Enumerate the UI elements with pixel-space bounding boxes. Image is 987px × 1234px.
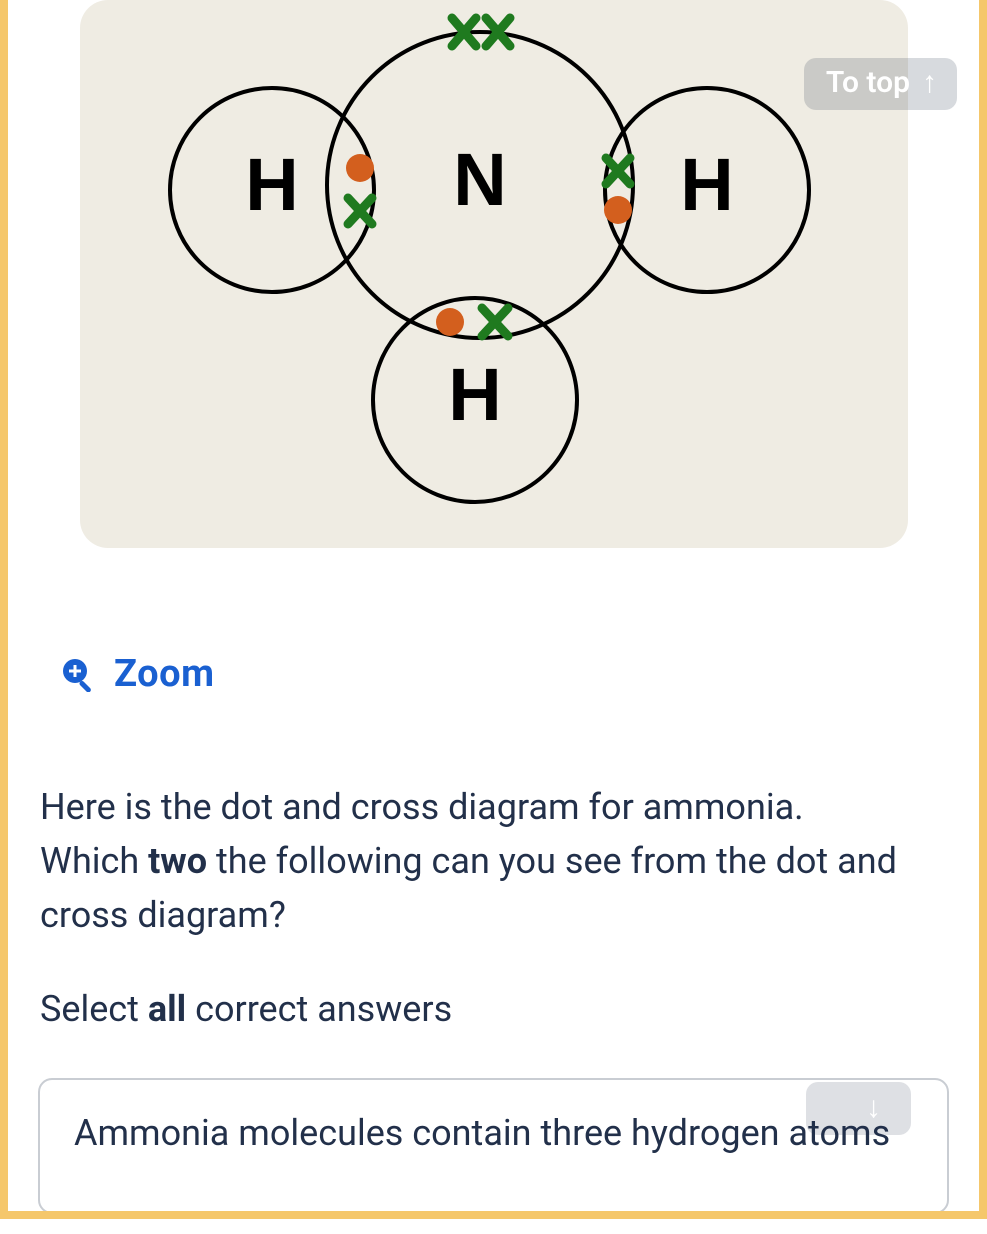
to-top-button[interactable]: To top ↑ bbox=[804, 58, 957, 110]
atom-label-center: N bbox=[453, 138, 506, 221]
zoom-button[interactable]: Zoom bbox=[60, 652, 949, 696]
to-top-label: To top bbox=[826, 68, 910, 98]
diagram-card: N H H H bbox=[80, 0, 908, 548]
electron-dot bbox=[346, 154, 374, 182]
question-text: Here is the dot and cross diagram for am… bbox=[40, 780, 940, 942]
answer-option-text: Ammonia molecules contain three hydrogen… bbox=[74, 1106, 913, 1160]
zoom-in-icon bbox=[60, 656, 96, 692]
atom-label-right: H bbox=[680, 143, 733, 226]
atom-label-left: H bbox=[245, 143, 298, 226]
atom-label-bottom: H bbox=[448, 353, 501, 436]
arrow-up-icon: ↑ bbox=[922, 68, 937, 98]
zoom-label: Zoom bbox=[114, 652, 215, 696]
scroll-down-indicator[interactable]: ↓ bbox=[806, 1082, 911, 1135]
electron-cross bbox=[606, 158, 630, 184]
ammonia-dot-cross-diagram: N H H H bbox=[80, 0, 908, 548]
electron-cross bbox=[482, 308, 508, 336]
instruction-text: Select all correct answers bbox=[40, 988, 949, 1030]
electron-dot bbox=[436, 308, 464, 336]
electron-cross bbox=[348, 198, 372, 224]
arrow-down-icon: ↓ bbox=[866, 1090, 881, 1125]
electron-dot bbox=[604, 196, 632, 224]
